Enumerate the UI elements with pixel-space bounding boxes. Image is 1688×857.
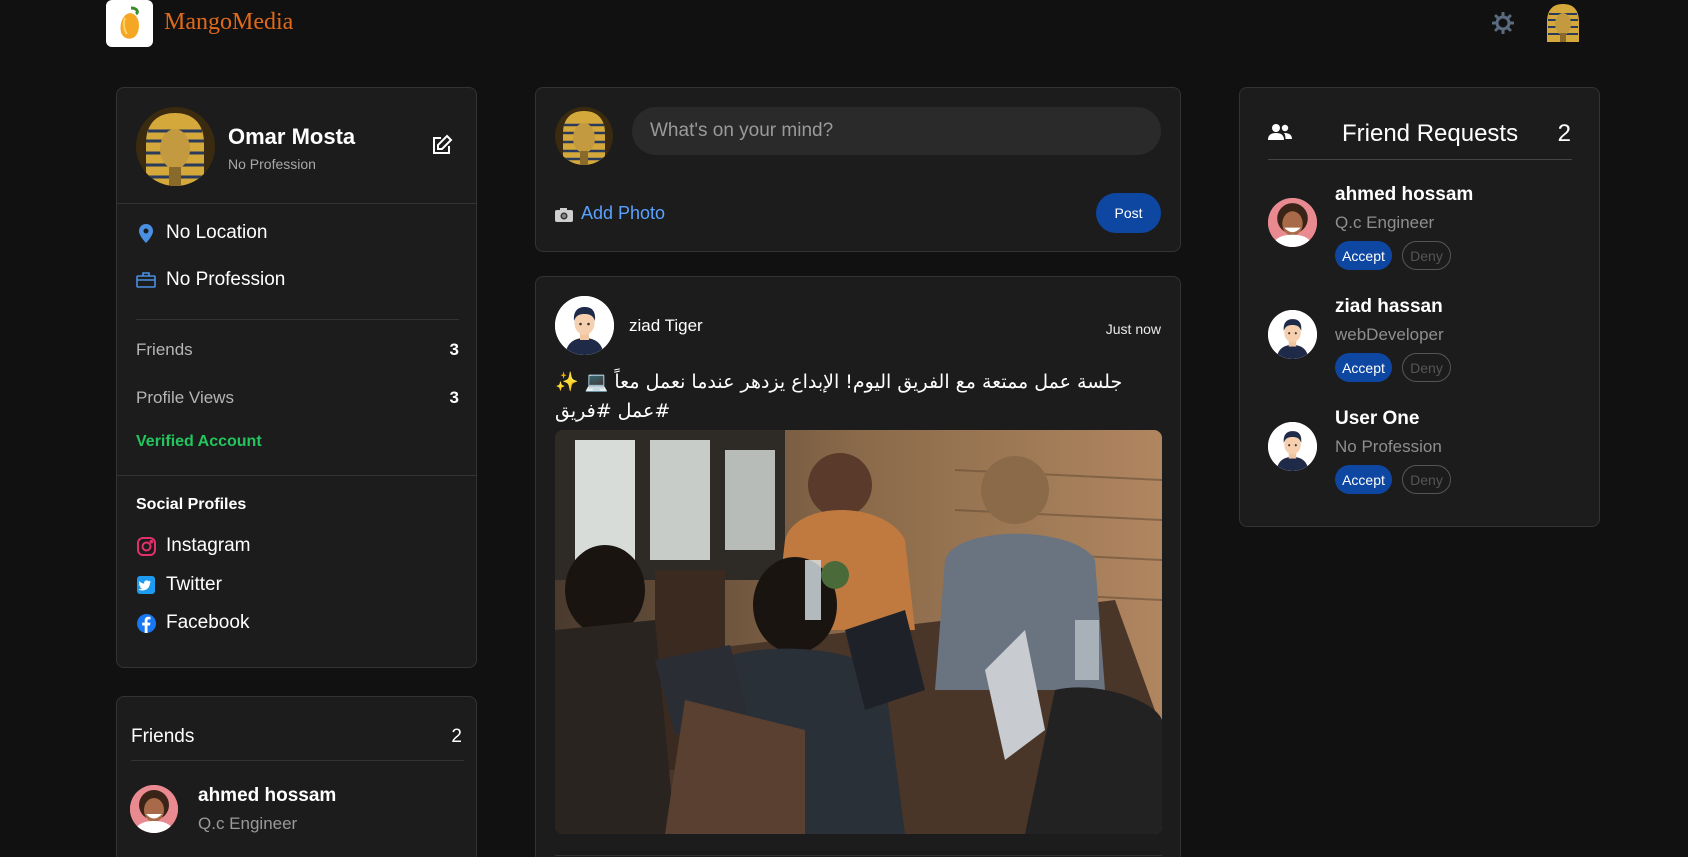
request-profession: Q.c Engineer bbox=[1335, 213, 1435, 232]
post-composer: Add Photo Post bbox=[535, 87, 1181, 252]
friend-request-item: ahmed hossam Q.c Engineer Accept Deny bbox=[1268, 184, 1572, 284]
request-profession: No Profession bbox=[1335, 437, 1442, 456]
accept-button[interactable]: Accept bbox=[1335, 241, 1392, 270]
add-photo-button[interactable]: Add Photo bbox=[555, 203, 665, 224]
divider bbox=[117, 475, 476, 476]
deny-button[interactable]: Deny bbox=[1402, 465, 1451, 494]
stat-value: 3 bbox=[449, 340, 459, 359]
facebook-icon bbox=[136, 613, 156, 633]
request-name[interactable]: User One bbox=[1335, 408, 1419, 430]
profile-subtitle: No Profession bbox=[228, 156, 316, 172]
post-image[interactable] bbox=[555, 430, 1162, 834]
stat-label: Profile Views bbox=[136, 388, 234, 407]
edit-icon[interactable] bbox=[431, 134, 455, 158]
request-avatar[interactable] bbox=[1268, 198, 1317, 247]
request-avatar[interactable] bbox=[1268, 422, 1317, 471]
friend-avatar[interactable] bbox=[130, 785, 178, 833]
stat-label: Friends bbox=[136, 340, 193, 359]
top-navbar: MangoMedia bbox=[0, 0, 1688, 60]
friends-title: Friends bbox=[131, 726, 195, 747]
friends-card: Friends 2 ahmed hossam Q.c Engineer bbox=[116, 696, 477, 857]
friend-requests-title: Friend Requests bbox=[1342, 120, 1519, 147]
post-author-name[interactable]: ziad Tiger bbox=[629, 316, 703, 336]
social-link-facebook[interactable]: Facebook bbox=[136, 612, 249, 634]
friend-request-item: User One No Profession Accept Deny bbox=[1268, 408, 1572, 508]
friend-requests-count: 2 bbox=[1557, 120, 1571, 147]
twitter-icon bbox=[136, 575, 156, 595]
profile-avatar[interactable] bbox=[136, 107, 215, 186]
request-name[interactable]: ziad hassan bbox=[1335, 296, 1443, 318]
social-link-twitter[interactable]: Twitter bbox=[136, 574, 222, 596]
briefcase-icon bbox=[136, 270, 156, 290]
camera-icon bbox=[555, 206, 573, 222]
profile-card: Omar Mosta No Profession No Location No … bbox=[116, 87, 477, 668]
divider bbox=[136, 319, 459, 320]
social-label: Facebook bbox=[166, 612, 250, 633]
brand-name[interactable]: MangoMedia bbox=[164, 9, 293, 36]
post-author-avatar[interactable] bbox=[555, 296, 614, 355]
request-profession: webDeveloper bbox=[1335, 325, 1444, 344]
social-label: Twitter bbox=[166, 574, 222, 595]
profile-name: Omar Mosta bbox=[228, 124, 356, 149]
divider bbox=[1268, 159, 1572, 160]
stat-friends: Friends 3 bbox=[136, 340, 459, 360]
request-name[interactable]: ahmed hossam bbox=[1335, 184, 1473, 206]
accept-button[interactable]: Accept bbox=[1335, 465, 1392, 494]
friend-name[interactable]: ahmed hossam bbox=[198, 785, 336, 807]
post-timestamp: Just now bbox=[1105, 321, 1161, 337]
profession-row: No Profession bbox=[136, 269, 285, 291]
location-pin-icon bbox=[136, 223, 156, 243]
stat-value: 3 bbox=[449, 388, 459, 407]
friend-profession: Q.c Engineer bbox=[198, 814, 298, 833]
post-text: جلسة عمل ممتعة مع الفريق اليوم! الإبداع … bbox=[555, 371, 1123, 422]
social-link-instagram[interactable]: Instagram bbox=[136, 535, 250, 557]
post-card: ziad Tiger Just now جلسة عمل ممتعة مع ال… bbox=[535, 276, 1181, 857]
profession-text: No Profession bbox=[166, 269, 286, 290]
profile-header: Omar Mosta No Profession bbox=[117, 88, 476, 204]
composer-avatar bbox=[555, 107, 613, 165]
friend-requests-card: Friend Requests 2 ahmed hossam Q.c Engin… bbox=[1239, 87, 1600, 527]
deny-button[interactable]: Deny bbox=[1402, 353, 1451, 382]
verified-badge: Verified Account bbox=[136, 433, 262, 450]
add-photo-label: Add Photo bbox=[581, 203, 666, 223]
divider bbox=[555, 855, 1162, 856]
deny-button[interactable]: Deny bbox=[1402, 241, 1451, 270]
user-avatar[interactable] bbox=[1544, 2, 1582, 44]
location-text: No Location bbox=[166, 222, 268, 243]
post-input[interactable] bbox=[632, 107, 1161, 155]
divider bbox=[131, 760, 464, 761]
post-button[interactable]: Post bbox=[1096, 193, 1161, 233]
users-icon bbox=[1268, 123, 1292, 143]
mango-logo-icon[interactable] bbox=[106, 0, 153, 47]
friends-count: 2 bbox=[451, 726, 462, 747]
gear-icon[interactable] bbox=[1491, 11, 1515, 35]
stat-profile-views: Profile Views 3 bbox=[136, 388, 459, 408]
request-avatar[interactable] bbox=[1268, 310, 1317, 359]
location-row: No Location bbox=[136, 222, 267, 244]
accept-button[interactable]: Accept bbox=[1335, 353, 1392, 382]
instagram-icon bbox=[136, 536, 156, 556]
social-label: Instagram bbox=[166, 535, 251, 556]
friend-request-item: ziad hassan webDeveloper Accept Deny bbox=[1268, 296, 1572, 396]
social-profiles-title: Social Profiles bbox=[136, 496, 247, 513]
